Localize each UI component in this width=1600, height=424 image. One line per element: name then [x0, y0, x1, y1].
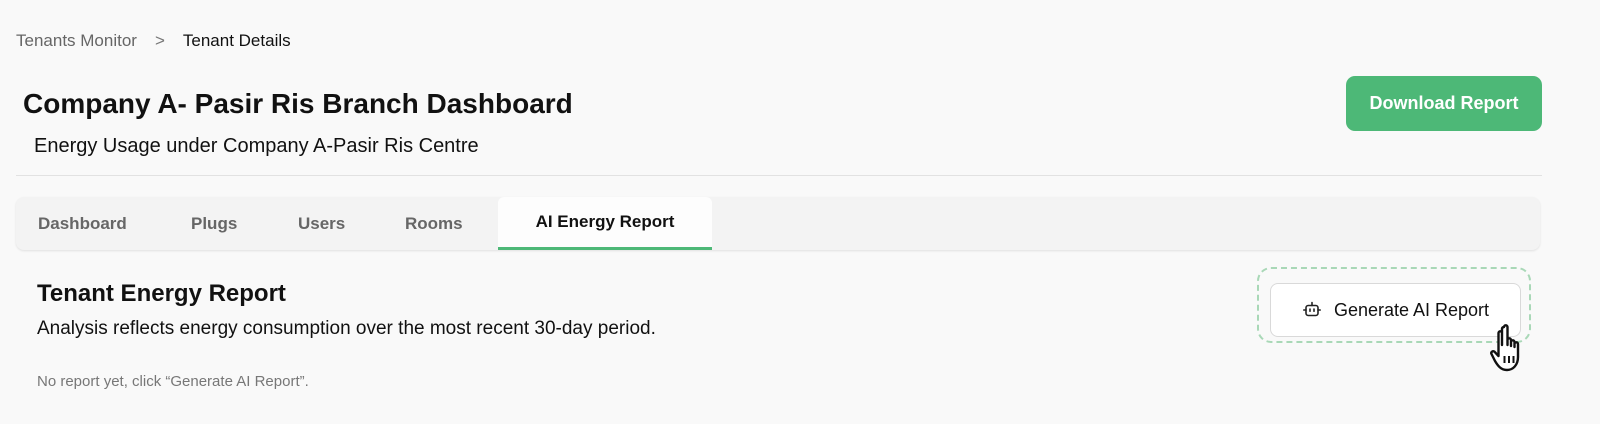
page: Tenants Monitor > Tenant Details Company…	[0, 0, 1600, 424]
header-divider	[16, 175, 1542, 176]
tab-bar: Dashboard Plugs Users Rooms AI Energy Re…	[16, 197, 1540, 250]
tab-users[interactable]: Users	[298, 197, 345, 250]
tab-ai-energy-report[interactable]: AI Energy Report	[498, 197, 712, 250]
generate-ai-report-label: Generate AI Report	[1333, 299, 1490, 320]
empty-report-note: No report yet, click “Generate AI Report…	[37, 373, 309, 390]
breadcrumb: Tenants Monitor > Tenant Details	[16, 30, 291, 52]
breadcrumb-current: Tenant Details	[182, 31, 291, 50]
robot-icon	[1302, 300, 1322, 320]
breadcrumb-tenants-monitor-link[interactable]: Tenants Monitor	[16, 30, 137, 52]
page-title: Company A- Pasir Ris Branch Dashboard	[23, 88, 573, 119]
report-title: Tenant Energy Report	[37, 280, 286, 307]
tab-rooms[interactable]: Rooms	[405, 197, 463, 250]
generate-ai-report-button[interactable]: Generate AI Report	[1270, 283, 1521, 337]
download-report-button[interactable]: Download Report	[1346, 76, 1542, 131]
tab-plugs[interactable]: Plugs	[191, 197, 237, 250]
page-subtitle: Energy Usage under Company A-Pasir Ris C…	[34, 135, 479, 157]
tab-dashboard[interactable]: Dashboard	[38, 197, 127, 250]
report-description: Analysis reflects energy consumption ove…	[37, 318, 656, 339]
breadcrumb-chevron-icon: >	[154, 31, 165, 50]
hand-pointer-cursor-icon	[1490, 323, 1538, 375]
